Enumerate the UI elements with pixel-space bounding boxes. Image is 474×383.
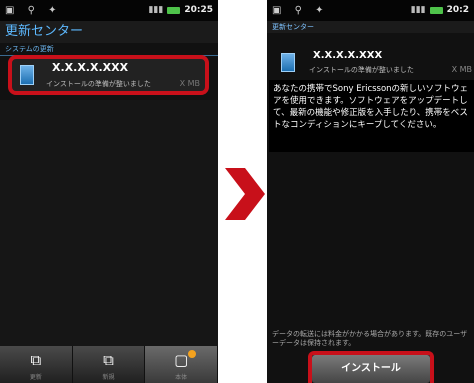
page-title: 更新センター (267, 21, 474, 33)
update-status: インストールの準備が整いました (309, 66, 414, 74)
nav-update-label: 更新 (29, 374, 42, 381)
highlight-frame (308, 351, 434, 383)
data-charge-note: データの転送には料金がかかる場合があります。既存のユーザーデータは保持されます。 (272, 330, 468, 347)
update-size: X MB (451, 65, 472, 74)
status-time: 20:25 (184, 5, 213, 15)
nav-device[interactable]: ▢ 本体 (145, 346, 218, 383)
update-icon: ⧉ (30, 351, 42, 369)
empty-list-area (0, 100, 218, 346)
update-description: あなたの携帯でSony Ericssonの新しいソフトウェアを使用できます。ソフ… (269, 80, 474, 152)
update-version: X.X.X.X.XXX (313, 50, 383, 61)
right-phone-screen: ▣ ⚲ ✦ ▮▮▮ 20:2 更新センター X.X.X.X.XXX インストール… (267, 0, 474, 383)
battery-icon (429, 6, 443, 14)
signal-icon: ▮▮▮ (148, 5, 164, 15)
notification-badge (188, 350, 197, 358)
status-bar: ▣ ⚲ ✦ ▮▮▮ 20:25 (0, 0, 218, 21)
status-time: 20:2 (446, 5, 469, 15)
highlight-frame (8, 55, 209, 95)
nav-update[interactable]: ⧉ 更新 (0, 346, 73, 383)
new-icon: ⧉ (103, 351, 114, 369)
left-phone-screen: ▣ ⚲ ✦ ▮▮▮ 20:25 更新センター システムの更新 X.X.X.X.X… (0, 0, 218, 383)
next-step-arrow-icon (225, 168, 265, 220)
page-title: 更新センター (0, 21, 218, 43)
status-bar: ▣ ⚲ ✦ ▮▮▮ 20:2 (267, 0, 474, 21)
bottom-nav: ⧉ 更新 ⧉ 新規 ▢ 本体 (0, 346, 218, 383)
notification-icons: ▣ ⚲ ✦ (272, 5, 329, 16)
nav-new-label: 新規 (102, 374, 115, 381)
signal-icon: ▮▮▮ (410, 5, 426, 15)
nav-device-label: 本体 (175, 374, 188, 381)
phone-icon (281, 53, 295, 72)
battery-icon (167, 6, 181, 14)
device-icon: ▢ (174, 351, 189, 369)
notification-icons: ▣ ⚲ ✦ (5, 5, 62, 16)
nav-new[interactable]: ⧉ 新規 (73, 346, 146, 383)
